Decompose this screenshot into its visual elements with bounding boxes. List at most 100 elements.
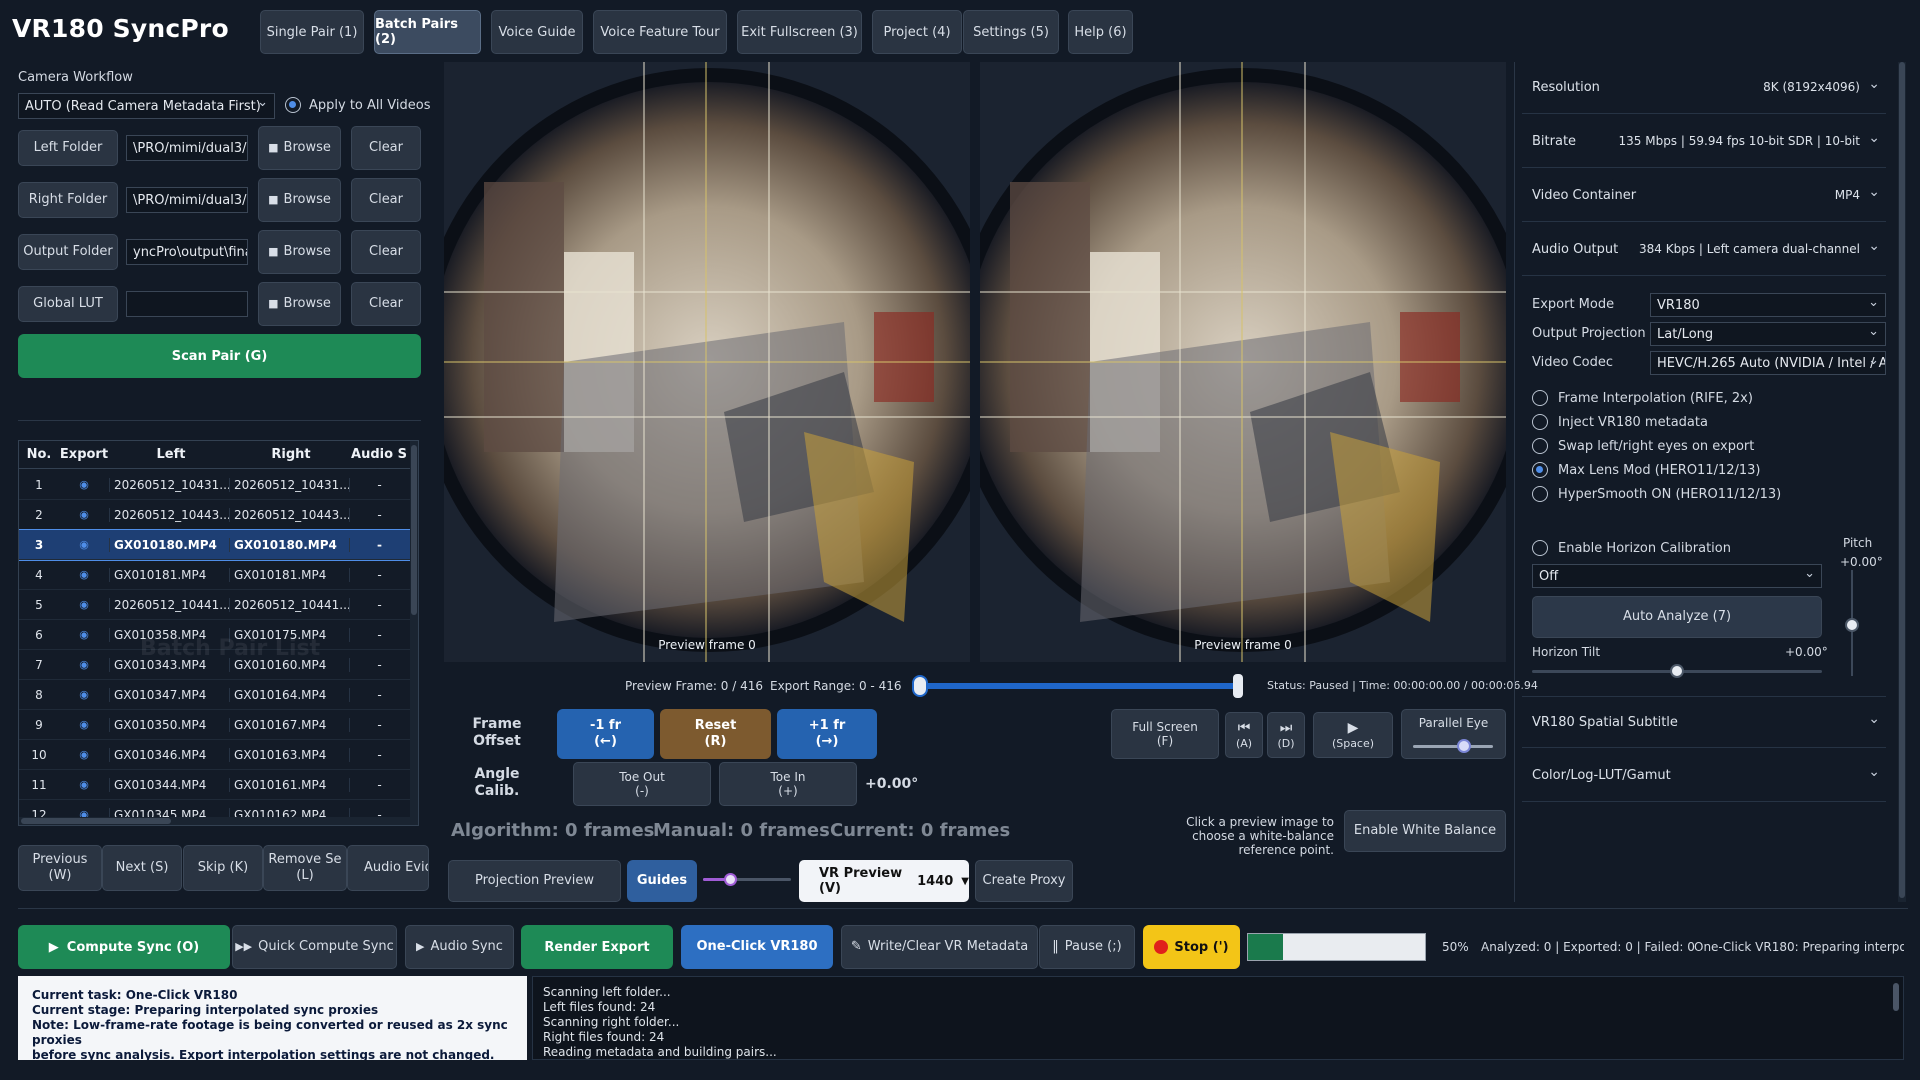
option-radio[interactable] xyxy=(1532,438,1548,454)
chevron-down-icon[interactable]: ⌄ xyxy=(1868,184,1880,200)
compute-sync-button[interactable]: ▶ Compute Sync (O) xyxy=(18,925,230,969)
table-row[interactable]: 10 ◉ GX010346.MP4 GX010163.MP4- xyxy=(19,740,418,770)
quick-compute-sync-button[interactable]: ▶▶ Quick Compute Sync xyxy=(232,925,397,969)
log-scroll-thumb[interactable] xyxy=(1893,983,1899,1011)
table-scrollbar[interactable] xyxy=(410,441,418,825)
scan-pair-button[interactable]: Scan Pair (G) xyxy=(18,334,421,378)
table-scroll-thumb[interactable] xyxy=(411,445,417,615)
play-button[interactable]: ▶ (Space) xyxy=(1313,712,1393,758)
vr-preview-resolution[interactable]: 1440 xyxy=(917,874,953,889)
output-folder-clear-button[interactable]: Clear xyxy=(351,230,421,274)
right-eye-preview[interactable]: Preview frame 0 xyxy=(980,62,1506,662)
left-eye-preview[interactable]: Preview frame 0 xyxy=(444,62,970,662)
export-radio-icon[interactable]: ◉ xyxy=(59,688,109,701)
right-panel-scrollbar[interactable] xyxy=(1898,62,1906,902)
voice-guide-button[interactable]: Voice Guide xyxy=(491,10,583,54)
timeline-slider[interactable] xyxy=(912,683,1242,689)
parallel-eye-button[interactable]: Parallel Eye xyxy=(1401,709,1506,759)
bitrate-row[interactable]: Bitrate 135 Mbps | 59.94 fps 10-bit SDR … xyxy=(1522,116,1886,168)
option-radio[interactable] xyxy=(1532,486,1548,502)
audio-evidence-button[interactable]: Audio Evide xyxy=(347,845,429,891)
camera-workflow-select[interactable]: AUTO (Read Camera Metadata First) xyxy=(18,93,275,119)
audio-output-row[interactable]: Audio Output 384 Kbps | Left camera dual… xyxy=(1522,224,1886,276)
table-h-scroll-thumb[interactable] xyxy=(21,818,171,824)
output-folder-field[interactable]: yncPro\output\final xyxy=(126,239,248,265)
right-folder-clear-button[interactable]: Clear xyxy=(351,178,421,222)
spatial-subtitle-row[interactable]: VR180 Spatial Subtitle ⌄ xyxy=(1522,696,1886,748)
prev-frame-button[interactable]: ⏮ (A) xyxy=(1225,712,1263,758)
table-row[interactable]: 11 ◉ GX010344.MP4 GX010161.MP4- xyxy=(19,770,418,800)
pitch-slider-thumb[interactable] xyxy=(1845,618,1859,632)
color-lut-row[interactable]: Color/Log-LUT/Gamut ⌄ xyxy=(1522,750,1886,802)
resolution-row[interactable]: Resolution 8K (8192x4096) ⌄ xyxy=(1522,62,1886,114)
output-projection-select[interactable]: Lat/Long xyxy=(1650,322,1886,346)
global-lut-clear-button[interactable]: Clear xyxy=(351,282,421,326)
chevron-down-icon[interactable]: ⌄ xyxy=(1868,711,1880,727)
exit-fullscreen-button[interactable]: Exit Fullscreen (3) xyxy=(737,10,862,54)
scan-log-panel[interactable]: Scanning left folder... Left files found… xyxy=(532,976,1904,1060)
next-frame-button[interactable]: ⏭ (D) xyxy=(1267,712,1305,758)
option-radio[interactable] xyxy=(1532,390,1548,406)
auto-analyze-button[interactable]: Auto Analyze (7) xyxy=(1532,596,1822,638)
export-radio-icon[interactable]: ◉ xyxy=(59,508,109,521)
table-row[interactable]: 4 ◉ GX010181.MP4 GX010181.MP4- xyxy=(19,560,418,590)
voice-feature-tour-button[interactable]: Voice Feature Tour xyxy=(593,10,727,54)
option-radio[interactable] xyxy=(1532,414,1548,430)
previous-pair-button[interactable]: Previous (W) xyxy=(18,845,102,891)
render-export-button[interactable]: Render Export xyxy=(521,925,673,969)
one-click-vr180-button[interactable]: One-Click VR180 xyxy=(681,925,833,969)
toe-in-button[interactable]: Toe In (+) xyxy=(719,762,857,806)
create-proxy-button[interactable]: Create Proxy xyxy=(975,860,1073,902)
export-radio-icon[interactable]: ◉ xyxy=(59,658,109,671)
chevron-down-icon[interactable]: ⌄ xyxy=(1868,764,1880,780)
tab-help[interactable]: Help (6) xyxy=(1068,10,1133,54)
pause-button[interactable]: ‖ Pause (;) xyxy=(1039,925,1135,969)
table-row[interactable]: 8 ◉ GX010347.MP4 GX010164.MP4- xyxy=(19,680,418,710)
left-folder-field[interactable]: \PRO/mimi/dual3/L xyxy=(126,135,248,161)
table-row[interactable]: 1 ◉ 20260512_10431... 20260512_10431... - xyxy=(19,470,418,500)
table-row[interactable]: 5 ◉ 20260512_10441... 20260512_10441... - xyxy=(19,590,418,620)
right-folder-browse-button[interactable]: ■ Browse xyxy=(258,178,341,222)
tab-batch-pairs[interactable]: Batch Pairs (2) xyxy=(374,10,481,54)
right-panel-scroll-thumb[interactable] xyxy=(1899,62,1905,898)
export-radio-icon[interactable]: ◉ xyxy=(59,538,109,551)
export-radio-icon[interactable]: ◉ xyxy=(59,718,109,731)
parallel-eye-slider-thumb[interactable] xyxy=(1457,739,1471,753)
table-row[interactable]: 9 ◉ GX010350.MP4 GX010167.MP4- xyxy=(19,710,418,740)
global-lut-field[interactable] xyxy=(126,291,248,317)
skip-pair-button[interactable]: Skip (K) xyxy=(183,845,263,891)
tab-project[interactable]: Project (4) xyxy=(872,10,962,54)
table-h-scrollbar[interactable] xyxy=(19,817,418,825)
output-folder-browse-button[interactable]: ■ Browse xyxy=(258,230,341,274)
horizon-tilt-slider-thumb[interactable] xyxy=(1670,664,1684,678)
audio-sync-button[interactable]: ▶ Audio Sync xyxy=(405,925,514,969)
export-radio-icon[interactable]: ◉ xyxy=(59,628,109,641)
export-radio-icon[interactable]: ◉ xyxy=(59,568,109,581)
timeline-start-handle[interactable] xyxy=(912,675,928,697)
guides-button[interactable]: Guides xyxy=(627,860,697,902)
option-radio[interactable] xyxy=(1532,462,1548,478)
dropdown-arrow-icon[interactable]: ▼ xyxy=(961,876,969,887)
export-mode-select[interactable]: VR180 xyxy=(1650,293,1886,317)
left-folder-clear-button[interactable]: Clear xyxy=(351,126,421,170)
enable-white-balance-button[interactable]: Enable White Balance xyxy=(1344,810,1506,852)
plus-one-frame-button[interactable]: +1 fr (→) xyxy=(777,709,877,759)
write-clear-metadata-button[interactable]: ✎ Write/Clear VR Metadata xyxy=(841,925,1038,969)
video-codec-select[interactable]: HEVC/H.265 Auto (NVIDIA / Intel / A xyxy=(1650,351,1886,375)
left-folder-browse-button[interactable]: ■ Browse xyxy=(258,126,341,170)
full-screen-button[interactable]: Full Screen (F) xyxy=(1111,709,1219,759)
horizon-calibration-radio[interactable] xyxy=(1532,540,1548,556)
toe-out-button[interactable]: Toe Out (-) xyxy=(573,762,711,806)
chevron-down-icon[interactable]: ⌄ xyxy=(1868,238,1880,254)
chevron-down-icon[interactable]: ⌄ xyxy=(1868,130,1880,146)
table-row[interactable]: 3 ◉ GX010180.MP4 GX010180.MP4- xyxy=(19,529,418,561)
chevron-down-icon[interactable]: ⌄ xyxy=(1868,76,1880,92)
tab-settings[interactable]: Settings (5) xyxy=(963,10,1059,54)
next-pair-button[interactable]: Next (S) xyxy=(102,845,182,891)
video-container-row[interactable]: Video Container MP4 ⌄ xyxy=(1522,170,1886,222)
horizon-mode-select[interactable]: Off xyxy=(1532,564,1822,588)
timeline-end-handle[interactable] xyxy=(1233,674,1243,698)
export-radio-icon[interactable]: ◉ xyxy=(59,478,109,491)
export-radio-icon[interactable]: ◉ xyxy=(59,598,109,611)
remove-pair-button[interactable]: Remove Se (L) xyxy=(263,845,347,891)
